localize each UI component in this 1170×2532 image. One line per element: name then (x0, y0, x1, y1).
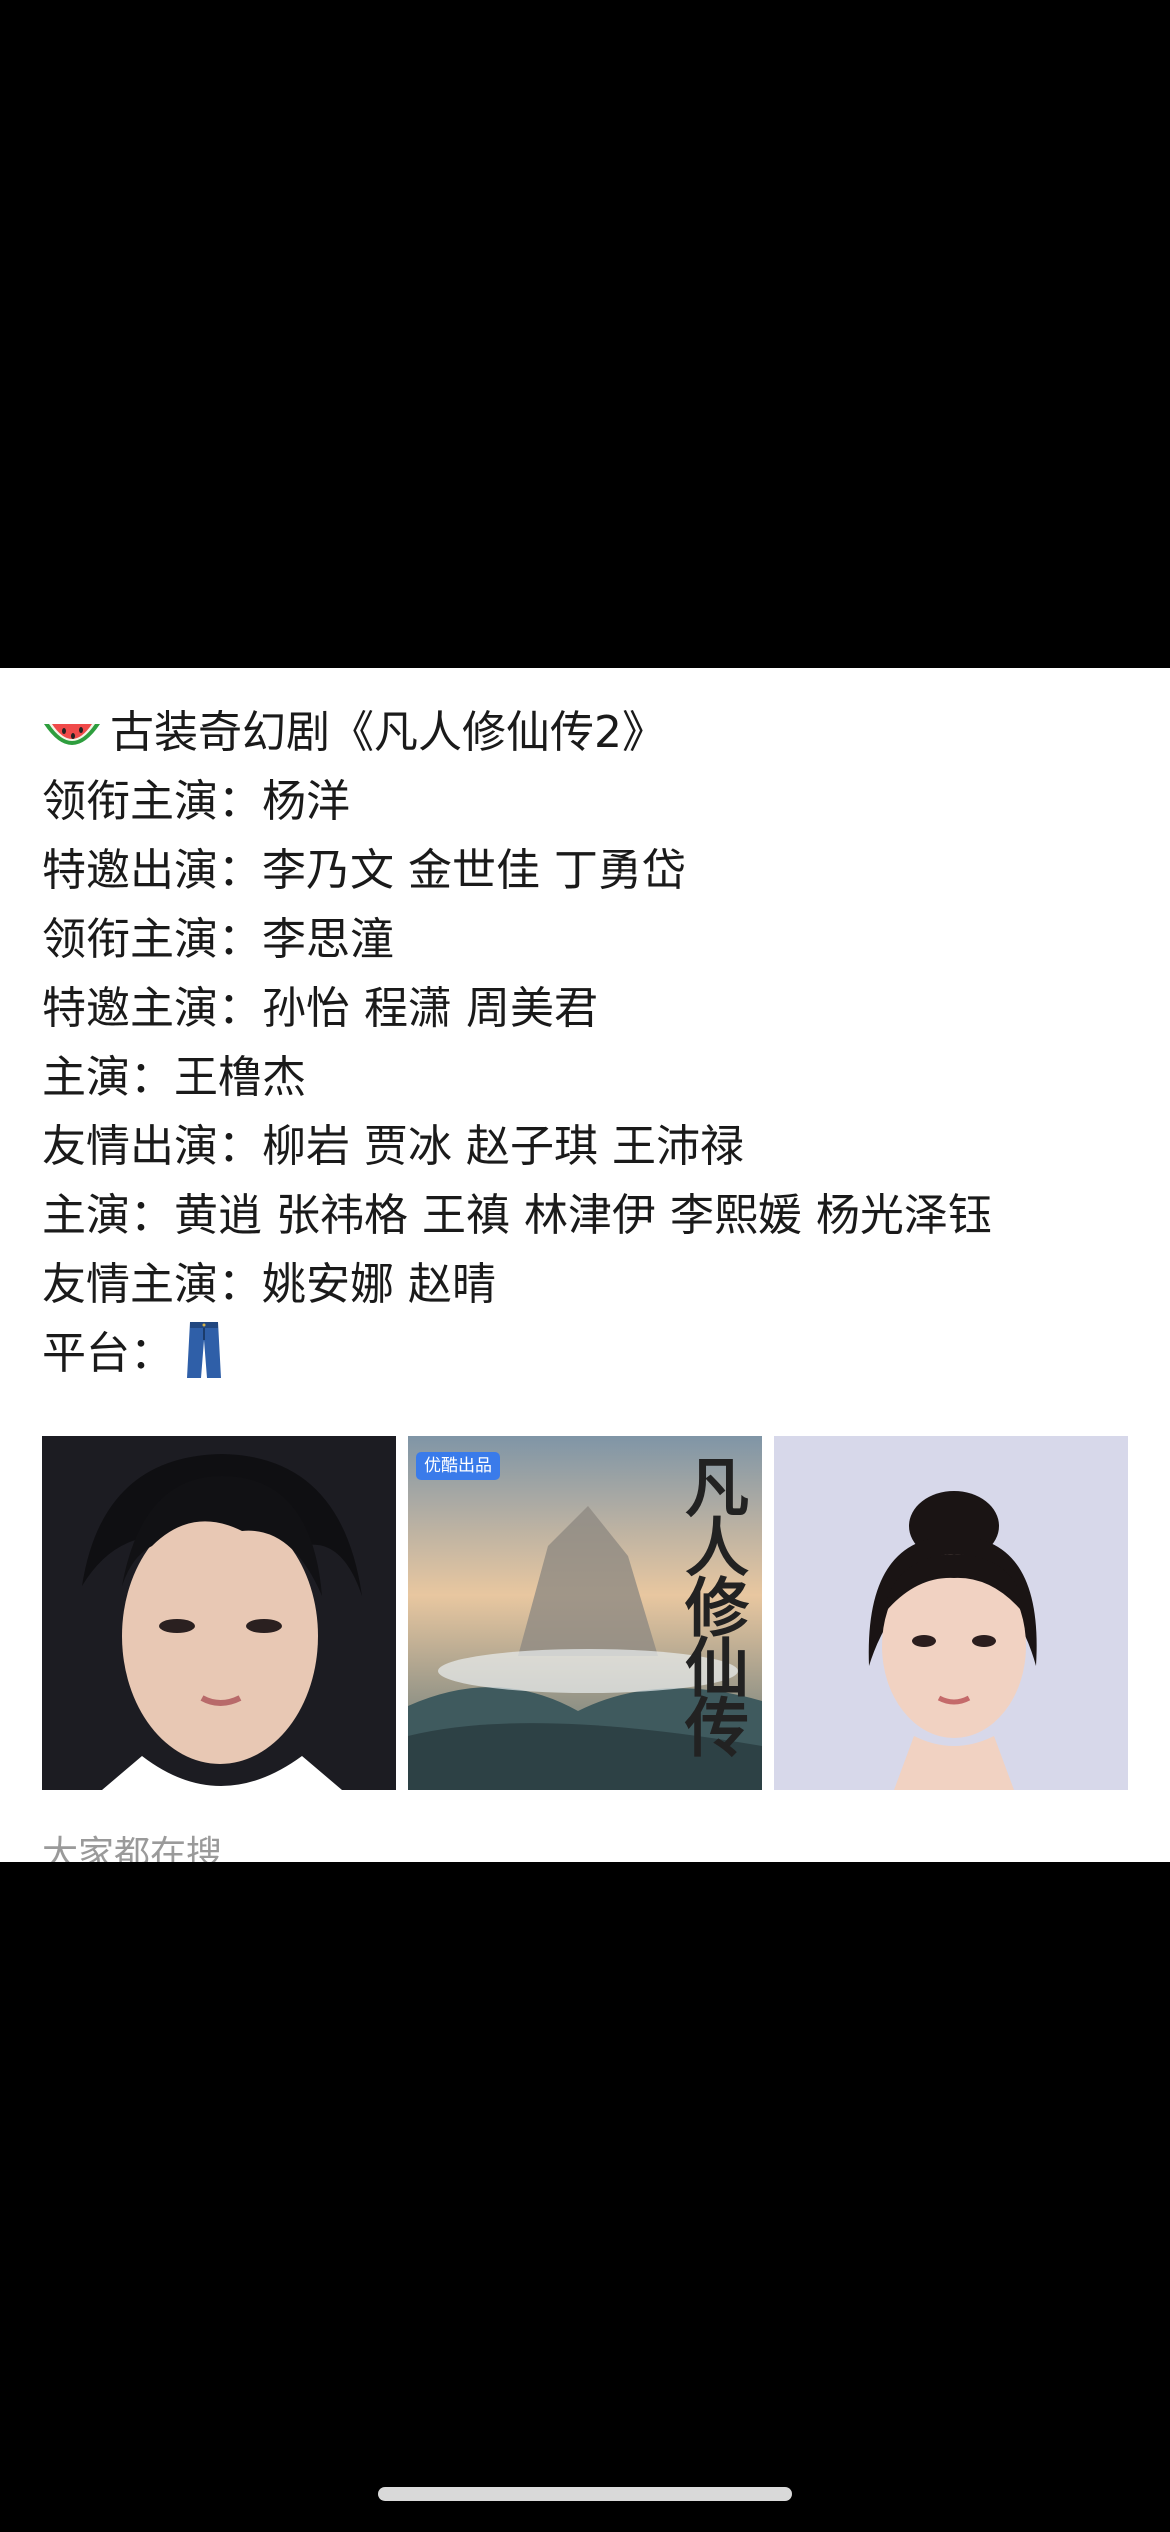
photo-actor-thumbnail[interactable] (42, 1436, 396, 1790)
post-card: 古装奇幻剧《凡人修仙传2》 领衔主演：杨洋 特邀出演：李乃文 金世佳 丁勇岱 领… (0, 668, 1170, 1862)
cast-line-lead-actor: 领衔主演：杨洋 (42, 776, 350, 827)
cast-line-friendly-stars: 友情主演：姚安娜 赵晴 (42, 1259, 496, 1310)
platform-line: 平台： (42, 1319, 1142, 1388)
cast-line-friendly-guests: 友情出演：柳岩 贾冰 赵子琪 王沛禄 (42, 1121, 744, 1172)
home-indicator[interactable] (378, 2487, 792, 2501)
cast-line-starring: 主演：王橹杰 (42, 1052, 306, 1103)
platform-label: 平台： (42, 1328, 174, 1379)
watermelon-icon (42, 709, 102, 753)
cast-line-special-guests: 特邀出演：李乃文 金世佳 丁勇岱 (42, 845, 686, 896)
cast-line-special-stars: 特邀主演：孙怡 程潇 周美君 (42, 983, 598, 1034)
image-grid: 优酷出品 凡人修仙传 (42, 1436, 1128, 1790)
photo-actress-thumbnail[interactable] (774, 1436, 1128, 1790)
cast-line-main-cast: 主演：黄逍 张祎格 王禛 林津伊 李熙媛 杨光泽钰 (42, 1190, 992, 1241)
trending-search-label: 大家都在搜 (42, 1834, 223, 1862)
post-title-line: 古装奇幻剧《凡人修仙传2》 (42, 698, 1142, 767)
drama-poster-thumbnail[interactable]: 优酷出品 凡人修仙传 (408, 1436, 762, 1790)
screen: 古装奇幻剧《凡人修仙传2》 领衔主演：杨洋 特邀出演：李乃文 金世佳 丁勇岱 领… (0, 0, 1170, 2532)
post-text: 古装奇幻剧《凡人修仙传2》 领衔主演：杨洋 特邀出演：李乃文 金世佳 丁勇岱 领… (42, 698, 1142, 1388)
post-title: 古装奇幻剧《凡人修仙传2》 (110, 707, 666, 758)
youku-badge: 优酷出品 (416, 1452, 500, 1480)
cast-line-lead-actress: 领衔主演：李思潼 (42, 914, 394, 965)
jeans-icon (184, 1320, 224, 1380)
poster-title: 凡人修仙传 (674, 1454, 749, 1754)
